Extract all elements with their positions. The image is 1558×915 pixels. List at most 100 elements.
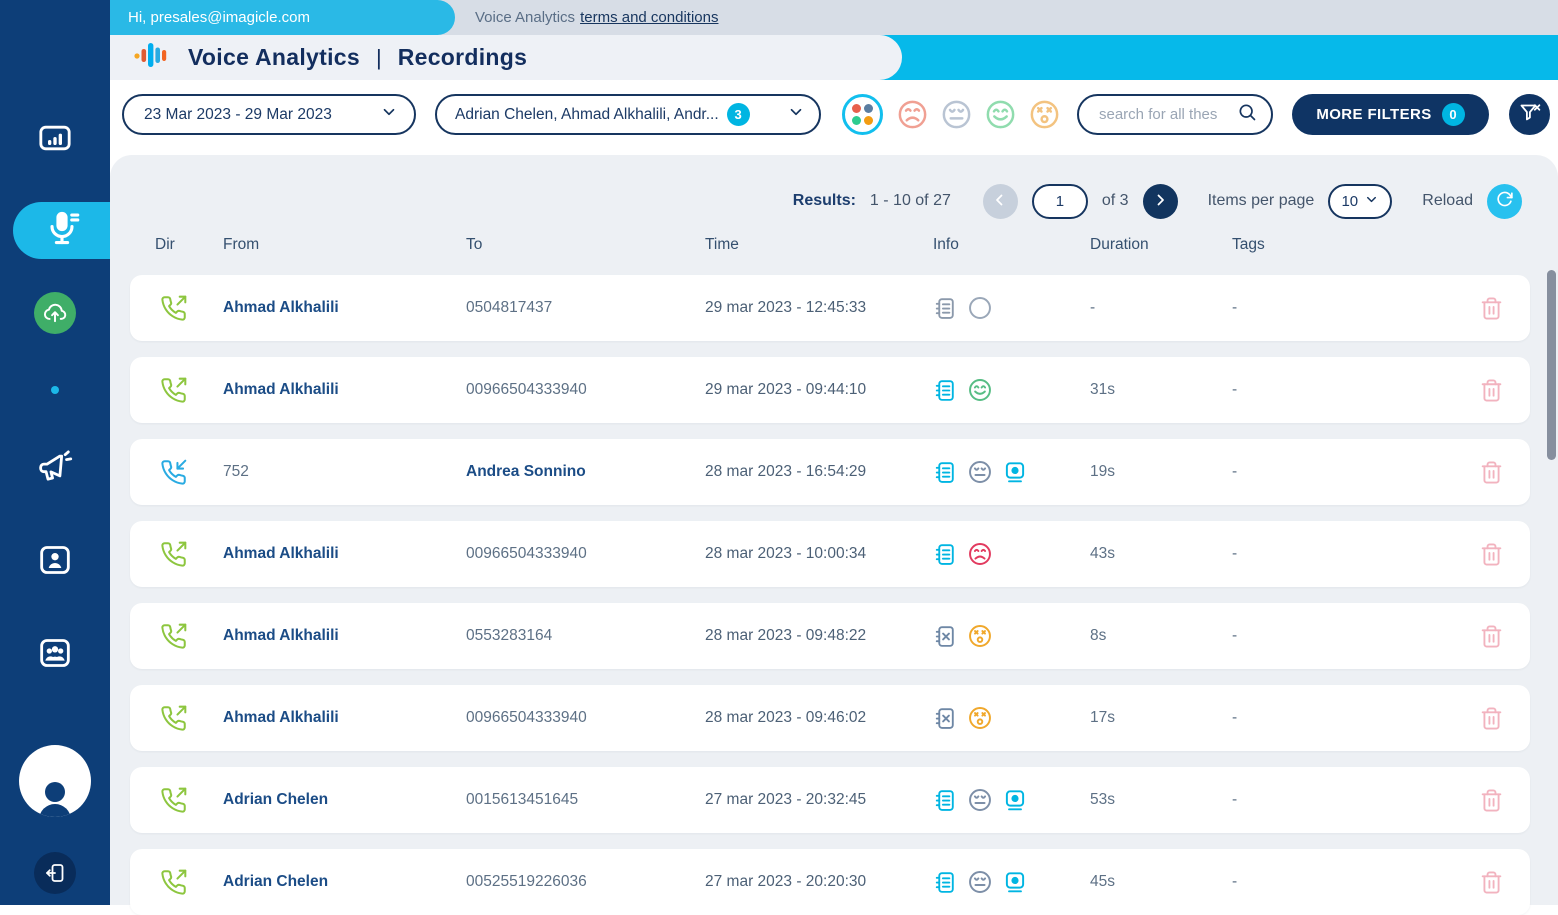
transcript-icon[interactable]	[933, 870, 958, 895]
delete-recording-button[interactable]	[1479, 460, 1504, 485]
table-row[interactable]: Ahmad Alkhalili 00966504333940 28 mar 20…	[130, 521, 1530, 587]
user-avatar[interactable]	[0, 744, 110, 818]
outgoing-call-icon	[160, 705, 223, 732]
sentiment-unknown-icon[interactable]	[967, 705, 993, 731]
contact-card-icon	[35, 540, 75, 580]
to-cell: Andrea Sonnino	[466, 463, 705, 481]
sidebar-item-contacts[interactable]	[0, 538, 110, 582]
delete-recording-button[interactable]	[1479, 542, 1504, 567]
terms-and-conditions-link[interactable]: terms and conditions	[580, 9, 718, 26]
outgoing-call-icon	[160, 623, 223, 650]
search-input[interactable]	[1099, 106, 1229, 123]
page-number-input[interactable]	[1032, 184, 1088, 219]
sentiment-neutral-icon[interactable]	[967, 459, 993, 485]
scrollbar-thumb[interactable]	[1547, 270, 1556, 460]
transcript-icon[interactable]	[933, 542, 958, 567]
to-cell: 00525519226036	[466, 873, 705, 891]
column-header-dir: Dir	[130, 236, 223, 254]
search-box[interactable]	[1077, 94, 1273, 135]
users-filter-value: Adrian Chelen, Ahmad Alkhalili, Andr...	[455, 106, 719, 124]
column-header-to: To	[466, 236, 705, 254]
sidebar-item-analytics[interactable]	[0, 116, 110, 160]
transcript-icon[interactable]	[933, 296, 958, 321]
to-cell: 00966504333940	[466, 381, 705, 399]
more-filters-count-badge: 0	[1442, 103, 1465, 126]
sentiment-sad-filter-button[interactable]	[895, 97, 930, 132]
table-row[interactable]: Ahmad Alkhalili 00966504333940 29 mar 20…	[130, 357, 1530, 423]
tags-cell: -	[1232, 791, 1432, 809]
sentiment-happy-icon[interactable]	[967, 377, 993, 403]
search-icon	[1237, 102, 1257, 127]
sentiment-unknown-icon[interactable]	[967, 623, 993, 649]
chevron-down-icon	[787, 103, 805, 126]
sentiment-unknown-icon	[1028, 98, 1061, 131]
delete-recording-button[interactable]	[1479, 870, 1504, 895]
column-header-info: Info	[933, 236, 1090, 254]
time-cell: 29 mar 2023 - 12:45:33	[705, 299, 933, 317]
screen-recording-icon[interactable]	[1002, 787, 1028, 813]
info-icons-cell	[933, 869, 1090, 895]
recordings-list: Ahmad Alkhalili 0504817437 29 mar 2023 -…	[130, 275, 1530, 915]
sentiment-neutral-icon	[940, 98, 973, 131]
sentiment-sad-icon[interactable]	[967, 541, 993, 567]
sidebar-item-announcements[interactable]	[0, 446, 110, 490]
sentiment-neutral-icon[interactable]	[967, 869, 993, 895]
delete-recording-button[interactable]	[1479, 296, 1504, 321]
table-row[interactable]: Ahmad Alkhalili 0553283164 28 mar 2023 -…	[130, 603, 1530, 669]
more-filters-button[interactable]: MORE FILTERS 0	[1292, 94, 1489, 135]
no-transcript-icon[interactable]	[933, 624, 958, 649]
delete-recording-button[interactable]	[1479, 706, 1504, 731]
chevron-down-icon	[380, 103, 398, 126]
duration-cell: 19s	[1090, 463, 1232, 481]
outgoing-call-icon	[160, 295, 223, 322]
screen-recording-icon[interactable]	[1002, 459, 1028, 485]
notification-dot	[51, 386, 59, 394]
table-row[interactable]: Ahmad Alkhalili 0504817437 29 mar 2023 -…	[130, 275, 1530, 341]
header-band: Voice Analytics | Recordings	[110, 35, 1558, 80]
items-per-page-value: 10	[1341, 193, 1358, 210]
date-range-dropdown[interactable]: 23 Mar 2023 - 29 Mar 2023	[122, 94, 416, 135]
chevron-right-icon	[1151, 191, 1169, 212]
megaphone-icon	[34, 447, 76, 489]
sentiment-happy-filter-button[interactable]	[983, 97, 1018, 132]
previous-page-button[interactable]	[983, 184, 1018, 219]
sentiment-neutral-filter-button[interactable]	[939, 97, 974, 132]
next-page-button[interactable]	[1143, 184, 1178, 219]
sidebar-item-recordings-active[interactable]	[13, 202, 110, 259]
time-cell: 27 mar 2023 - 20:32:45	[705, 791, 933, 809]
time-cell: 29 mar 2023 - 09:44:10	[705, 381, 933, 399]
delete-recording-button[interactable]	[1479, 788, 1504, 813]
from-cell: Adrian Chelen	[223, 873, 466, 891]
logout-button[interactable]	[0, 851, 110, 895]
time-cell: 28 mar 2023 - 16:54:29	[705, 463, 933, 481]
tags-cell: -	[1232, 709, 1432, 727]
table-row[interactable]: 752 Andrea Sonnino 28 mar 2023 - 16:54:2…	[130, 439, 1530, 505]
incoming-call-icon	[160, 459, 223, 486]
table-row[interactable]: Adrian Chelen 00525519226036 27 mar 2023…	[130, 849, 1530, 915]
reload-button[interactable]	[1487, 184, 1522, 219]
table-row[interactable]: Adrian Chelen 0015613451645 27 mar 2023 …	[130, 767, 1530, 833]
sentiment-unknown-filter-button[interactable]	[1027, 97, 1062, 132]
time-cell: 28 mar 2023 - 09:48:22	[705, 627, 933, 645]
delete-recording-button[interactable]	[1479, 378, 1504, 403]
filter-clear-icon	[1518, 101, 1542, 128]
items-per-page-dropdown[interactable]: 10	[1328, 184, 1392, 219]
clear-filters-button[interactable]	[1509, 94, 1550, 135]
duration-cell: 31s	[1090, 381, 1232, 399]
sentiment-all-filter-button[interactable]	[839, 91, 886, 138]
sidebar-item-groups[interactable]	[0, 631, 110, 675]
transcript-icon[interactable]	[933, 378, 958, 403]
sentiment-neutral-icon[interactable]	[967, 787, 993, 813]
no-sentiment-icon[interactable]	[967, 295, 993, 321]
delete-recording-button[interactable]	[1479, 624, 1504, 649]
transcript-icon[interactable]	[933, 460, 958, 485]
users-filter-dropdown[interactable]: Adrian Chelen, Ahmad Alkhalili, Andr... …	[435, 94, 821, 135]
sidebar-item-upload[interactable]	[0, 291, 110, 335]
vertical-scrollbar[interactable]	[1547, 160, 1556, 905]
transcript-icon[interactable]	[933, 788, 958, 813]
info-icons-cell	[933, 787, 1090, 813]
screen-recording-icon[interactable]	[1002, 869, 1028, 895]
sentiment-sad-icon	[896, 98, 929, 131]
table-row[interactable]: Ahmad Alkhalili 00966504333940 28 mar 20…	[130, 685, 1530, 751]
no-transcript-icon[interactable]	[933, 706, 958, 731]
